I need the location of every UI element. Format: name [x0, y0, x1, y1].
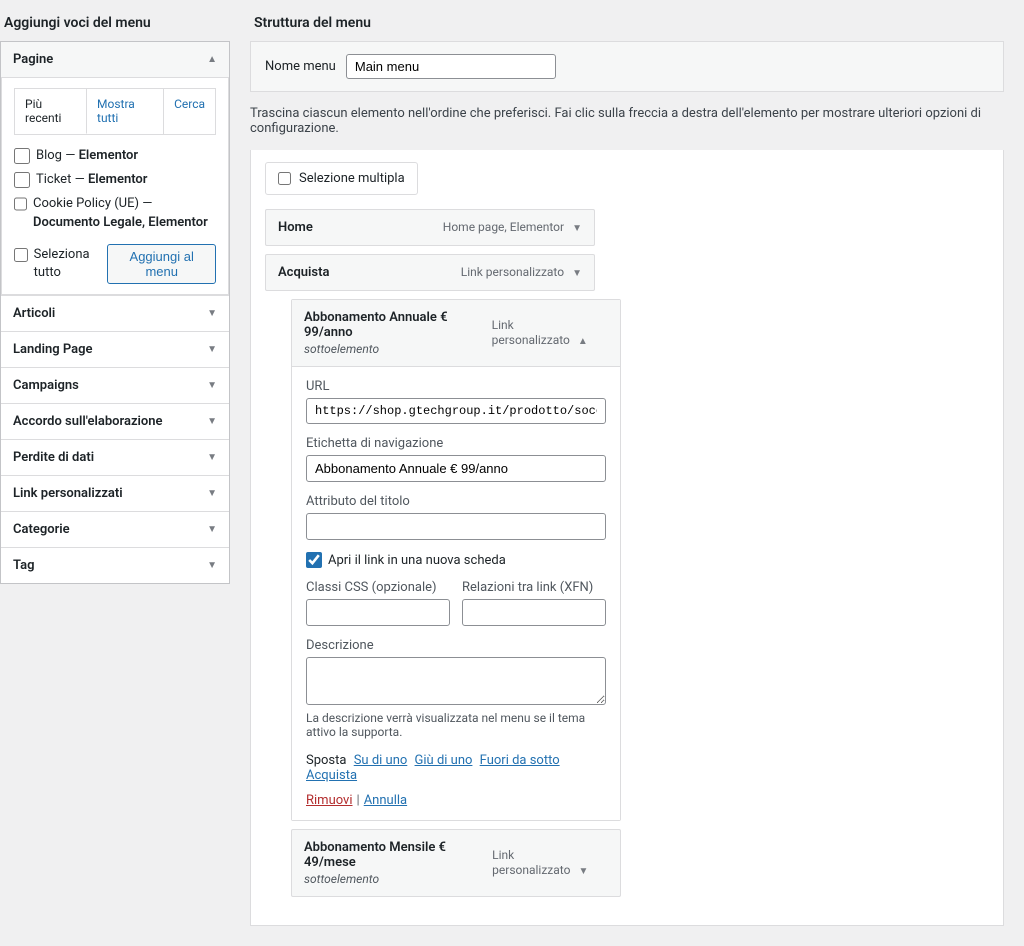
action-links: Rimuovi|Annulla	[306, 793, 606, 808]
menu-item-acquista[interactable]: Acquista Link personalizzato▼	[265, 254, 595, 291]
menu-body: Selezione multipla Home Home page, Eleme…	[250, 150, 1004, 926]
section-perdite[interactable]: Perdite di dati ▼	[1, 439, 229, 475]
title-attr-label: Attributo del titolo	[306, 494, 606, 509]
section-articoli[interactable]: Articoli ▼	[1, 295, 229, 331]
caret-down-icon: ▼	[207, 344, 217, 355]
title-attr-input[interactable]	[306, 513, 606, 540]
bulk-select[interactable]: Selezione multipla	[265, 162, 418, 195]
page-item-checkbox[interactable]	[14, 148, 30, 164]
newtab-checkbox[interactable]	[306, 552, 322, 568]
caret-down-icon: ▼	[572, 223, 582, 234]
caret-down-icon: ▼	[207, 308, 217, 319]
pagine-tabs: Più recenti Mostra tutti Cerca	[14, 88, 216, 135]
page-item-blog[interactable]: Blog — Elementor	[14, 147, 216, 165]
menu-item-annuale-header[interactable]: Abbonamento Annuale € 99/anno sottoeleme…	[292, 300, 620, 367]
tab-recenti[interactable]: Più recenti	[15, 89, 87, 134]
select-all-checkbox[interactable]	[14, 247, 28, 263]
menu-structure-title: Struttura del menu	[254, 15, 1004, 31]
caret-down-icon: ▼	[207, 488, 217, 499]
cancel-link[interactable]: Annulla	[364, 793, 407, 808]
section-landing-page[interactable]: Landing Page ▼	[1, 331, 229, 367]
section-categorie[interactable]: Categorie ▼	[1, 511, 229, 547]
section-campaigns[interactable]: Campaigns ▼	[1, 367, 229, 403]
xfn-label: Relazioni tra link (XFN)	[462, 580, 606, 595]
url-input[interactable]	[306, 398, 606, 424]
add-to-menu-button[interactable]: Aggiungi al menu	[107, 244, 216, 284]
page-item-cookie[interactable]: Cookie Policy (UE) — Documento Legale, E…	[14, 195, 216, 231]
menu-name-header: Nome menu	[250, 41, 1004, 92]
section-pagine-label: Pagine	[13, 52, 53, 67]
move-up-link[interactable]: Su di uno	[354, 753, 408, 768]
tab-cerca[interactable]: Cerca	[164, 89, 215, 134]
caret-down-icon: ▼	[207, 560, 217, 571]
caret-down-icon: ▼	[207, 416, 217, 427]
menu-item-mensile[interactable]: Abbonamento Mensile € 49/mese sottoeleme…	[291, 829, 621, 897]
add-menu-items-title: Aggiungi voci del menu	[4, 15, 230, 31]
remove-link[interactable]: Rimuovi	[306, 793, 353, 808]
page-item-ticket[interactable]: Ticket — Elementor	[14, 171, 216, 189]
css-classes-label: Classi CSS (opzionale)	[306, 580, 450, 595]
caret-up-icon: ▲	[578, 336, 588, 347]
menu-name-input[interactable]	[346, 54, 556, 79]
nav-label: Etichetta di navigazione	[306, 436, 606, 451]
menu-item-home[interactable]: Home Home page, Elementor▼	[265, 209, 595, 246]
tab-tutti[interactable]: Mostra tutti	[87, 89, 164, 134]
bulk-select-checkbox[interactable]	[278, 172, 291, 185]
description-textarea[interactable]	[306, 657, 606, 705]
move-links: Sposta Su di uno Giù di uno Fuori da sot…	[306, 753, 606, 783]
newtab-row[interactable]: Apri il link in una nuova scheda	[306, 552, 606, 568]
section-tag[interactable]: Tag ▼	[1, 547, 229, 583]
section-link-personalizzati[interactable]: Link personalizzati ▼	[1, 475, 229, 511]
section-accordo[interactable]: Accordo sull'elaborazione ▼	[1, 403, 229, 439]
caret-down-icon: ▼	[578, 866, 588, 877]
section-pagine[interactable]: Pagine ▲	[1, 42, 229, 78]
menu-item-annuale: Abbonamento Annuale € 99/anno sottoeleme…	[291, 299, 621, 821]
drag-instructions: Trascina ciascun elemento nell'ordine ch…	[250, 106, 1004, 136]
css-classes-input[interactable]	[306, 599, 450, 626]
page-item-checkbox[interactable]	[14, 172, 30, 188]
caret-down-icon: ▼	[572, 268, 582, 279]
description-hint: La descrizione verrà visualizzata nel me…	[306, 711, 606, 739]
xfn-input[interactable]	[462, 599, 606, 626]
nav-input[interactable]	[306, 455, 606, 482]
select-all[interactable]: Seleziona tutto	[14, 246, 107, 282]
caret-down-icon: ▼	[207, 380, 217, 391]
pagine-panel: Più recenti Mostra tutti Cerca Blog — El…	[1, 78, 229, 295]
menu-name-label: Nome menu	[265, 59, 336, 74]
url-label: URL	[306, 379, 606, 394]
caret-down-icon: ▼	[207, 524, 217, 535]
description-label: Descrizione	[306, 638, 606, 653]
caret-down-icon: ▼	[207, 452, 217, 463]
page-item-checkbox[interactable]	[14, 196, 27, 212]
caret-up-icon: ▲	[207, 54, 217, 65]
move-down-link[interactable]: Giù di uno	[415, 753, 473, 768]
